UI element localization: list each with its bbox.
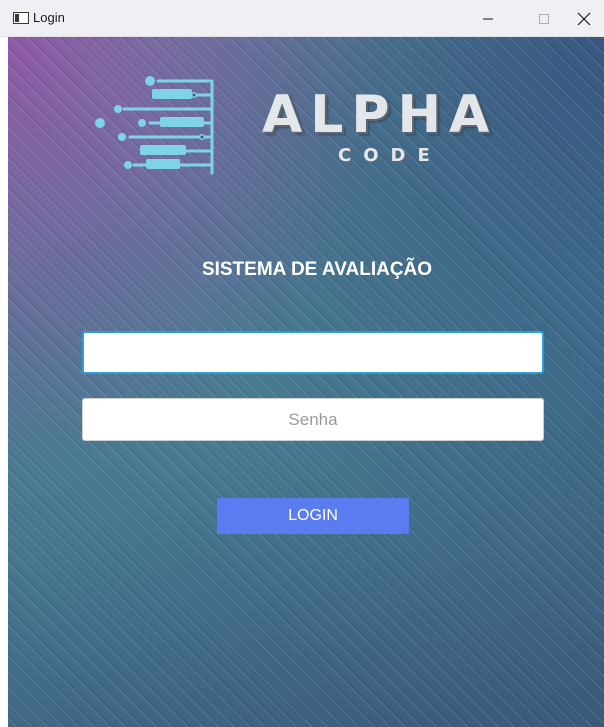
login-window: Login ALPHA CODE SISTEMA DE AVALIAÇÃO LO… [0, 0, 604, 727]
title-bar: Login [0, 0, 604, 37]
password-input[interactable] [82, 398, 544, 441]
close-icon [577, 12, 591, 25]
logo-subtitle: CODE [338, 145, 442, 166]
logo-wordmark: ALPHA [262, 85, 498, 145]
circuit-logo-icon [95, 76, 214, 175]
close-button[interactable] [564, 0, 604, 37]
login-button[interactable]: LOGIN [217, 498, 409, 534]
system-title: SISTEMA DE AVALIAÇÃO [201, 259, 433, 280]
minimize-button[interactable] [465, 0, 511, 37]
window-title: Login [33, 10, 65, 25]
maximize-button[interactable] [521, 0, 567, 37]
app-window-icon [13, 12, 29, 24]
username-input[interactable] [82, 331, 544, 374]
maximize-icon [539, 13, 549, 24]
login-panel: ALPHA CODE SISTEMA DE AVALIAÇÃO LOGIN [8, 37, 604, 727]
minimize-icon [483, 18, 493, 19]
